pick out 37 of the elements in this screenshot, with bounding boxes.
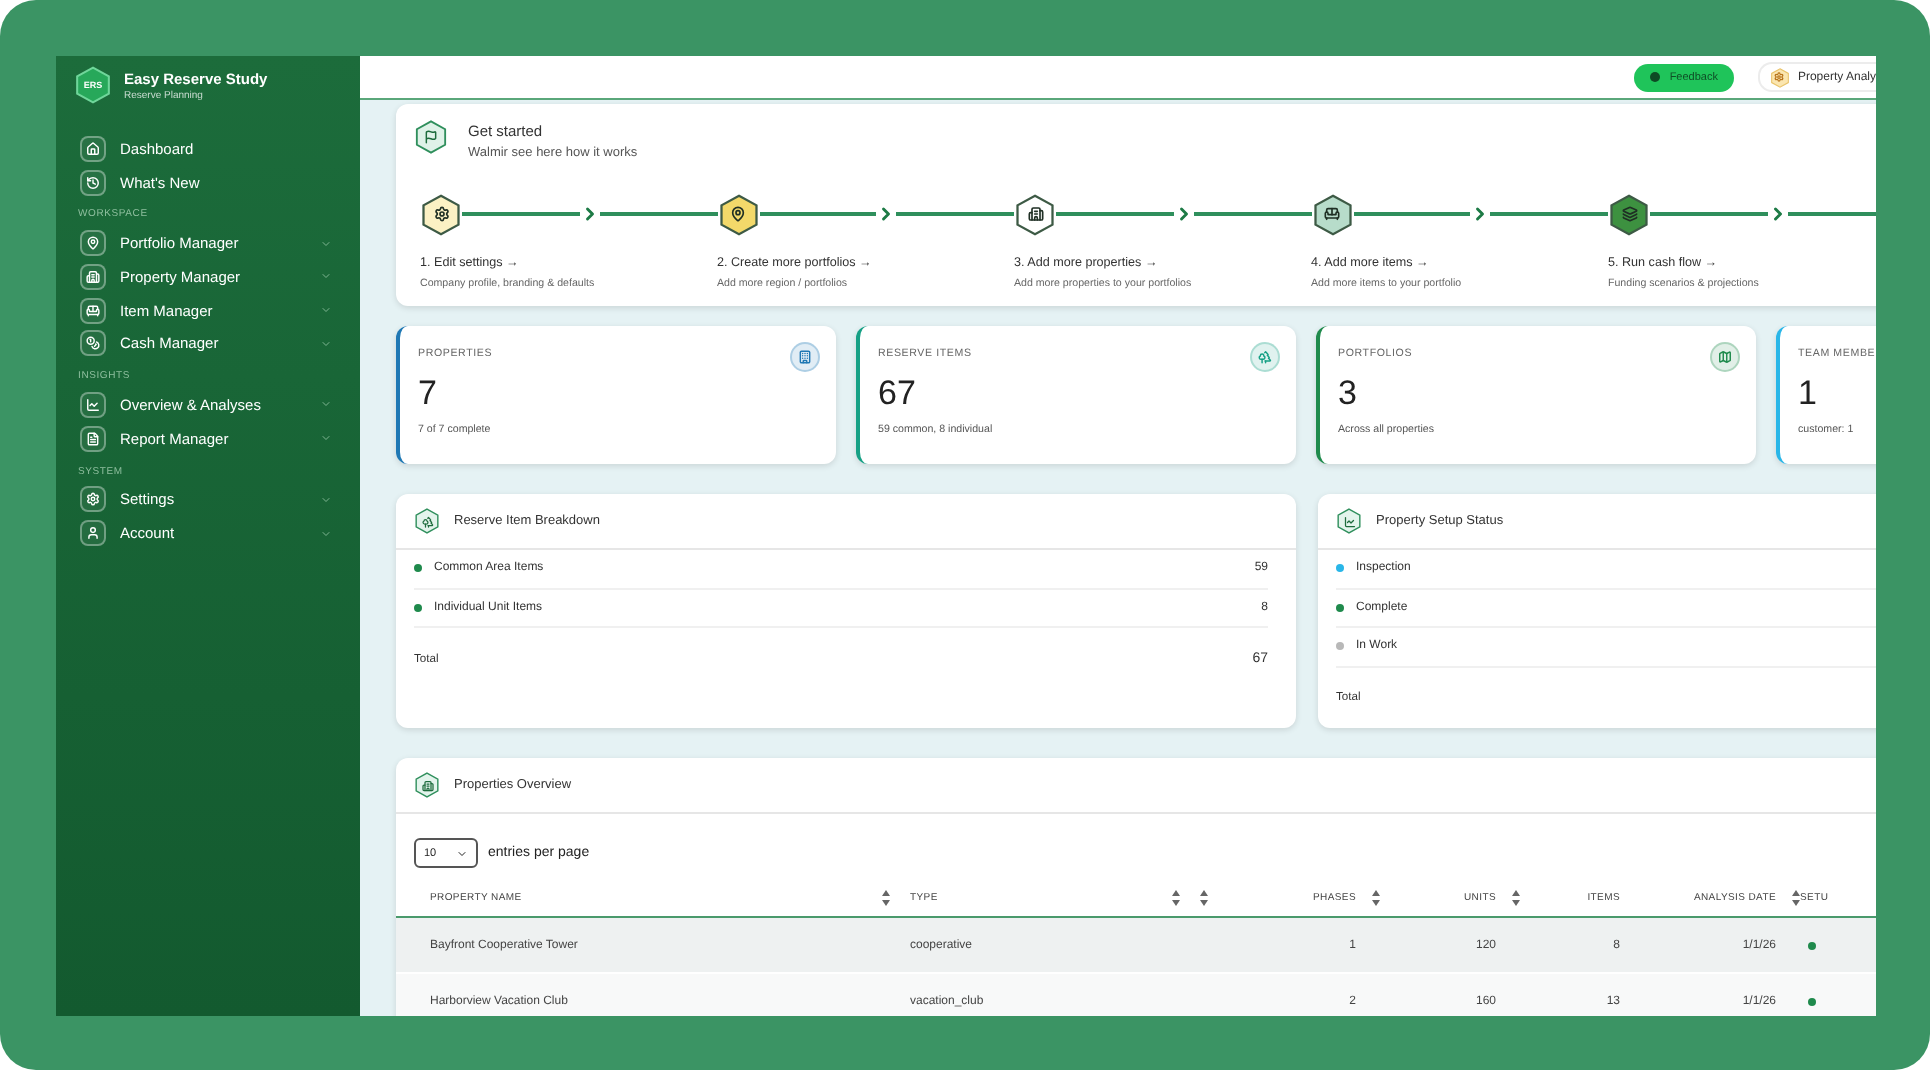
- status-dot: [1808, 941, 1816, 949]
- dot-icon: [1649, 72, 1660, 82]
- flag-hexagon-icon: [414, 120, 448, 154]
- stat-value: 7: [418, 374, 437, 414]
- coins-icon: [80, 330, 106, 357]
- building-icon: [80, 263, 106, 290]
- building-hexagon-icon[interactable]: [1014, 193, 1056, 235]
- stat-value: 1: [1798, 374, 1817, 414]
- sort-arrows-icon[interactable]: [1372, 890, 1380, 906]
- stat-value: 3: [1338, 374, 1357, 414]
- settings-icon: [80, 486, 106, 513]
- stat-value: 67: [878, 374, 916, 414]
- history-icon: [80, 169, 106, 196]
- map-pin-icon: [80, 230, 106, 257]
- sofa-hexagon-icon[interactable]: [1311, 193, 1353, 235]
- gear-hexagon-icon: [1769, 67, 1790, 87]
- document-icon: [80, 425, 106, 452]
- home-icon: [80, 135, 106, 162]
- sort-arrows-icon[interactable]: [882, 890, 890, 906]
- building-icon: [790, 342, 820, 372]
- sofa-icon: [80, 297, 106, 324]
- sort-arrows-icon[interactable]: [1200, 890, 1208, 906]
- chart-hexagon-icon: [1336, 508, 1362, 534]
- chevron-down-icon: [456, 847, 468, 859]
- user-icon: [80, 520, 106, 547]
- status-dot: [1808, 997, 1816, 1005]
- sort-arrows-icon[interactable]: [1512, 890, 1520, 906]
- building-hexagon-icon: [414, 772, 440, 798]
- trees-hexagon-icon: [414, 508, 440, 534]
- sort-arrows-icon[interactable]: [1172, 890, 1180, 906]
- trees-icon: [1250, 342, 1280, 372]
- settings-hexagon-icon[interactable]: [420, 193, 462, 235]
- line-chart-icon: [80, 391, 106, 418]
- map-icon: [1710, 342, 1740, 372]
- map-pin-hexagon-icon[interactable]: [717, 193, 759, 235]
- sort-arrows-icon[interactable]: [1792, 890, 1800, 906]
- layers-hexagon-icon[interactable]: [1608, 193, 1650, 235]
